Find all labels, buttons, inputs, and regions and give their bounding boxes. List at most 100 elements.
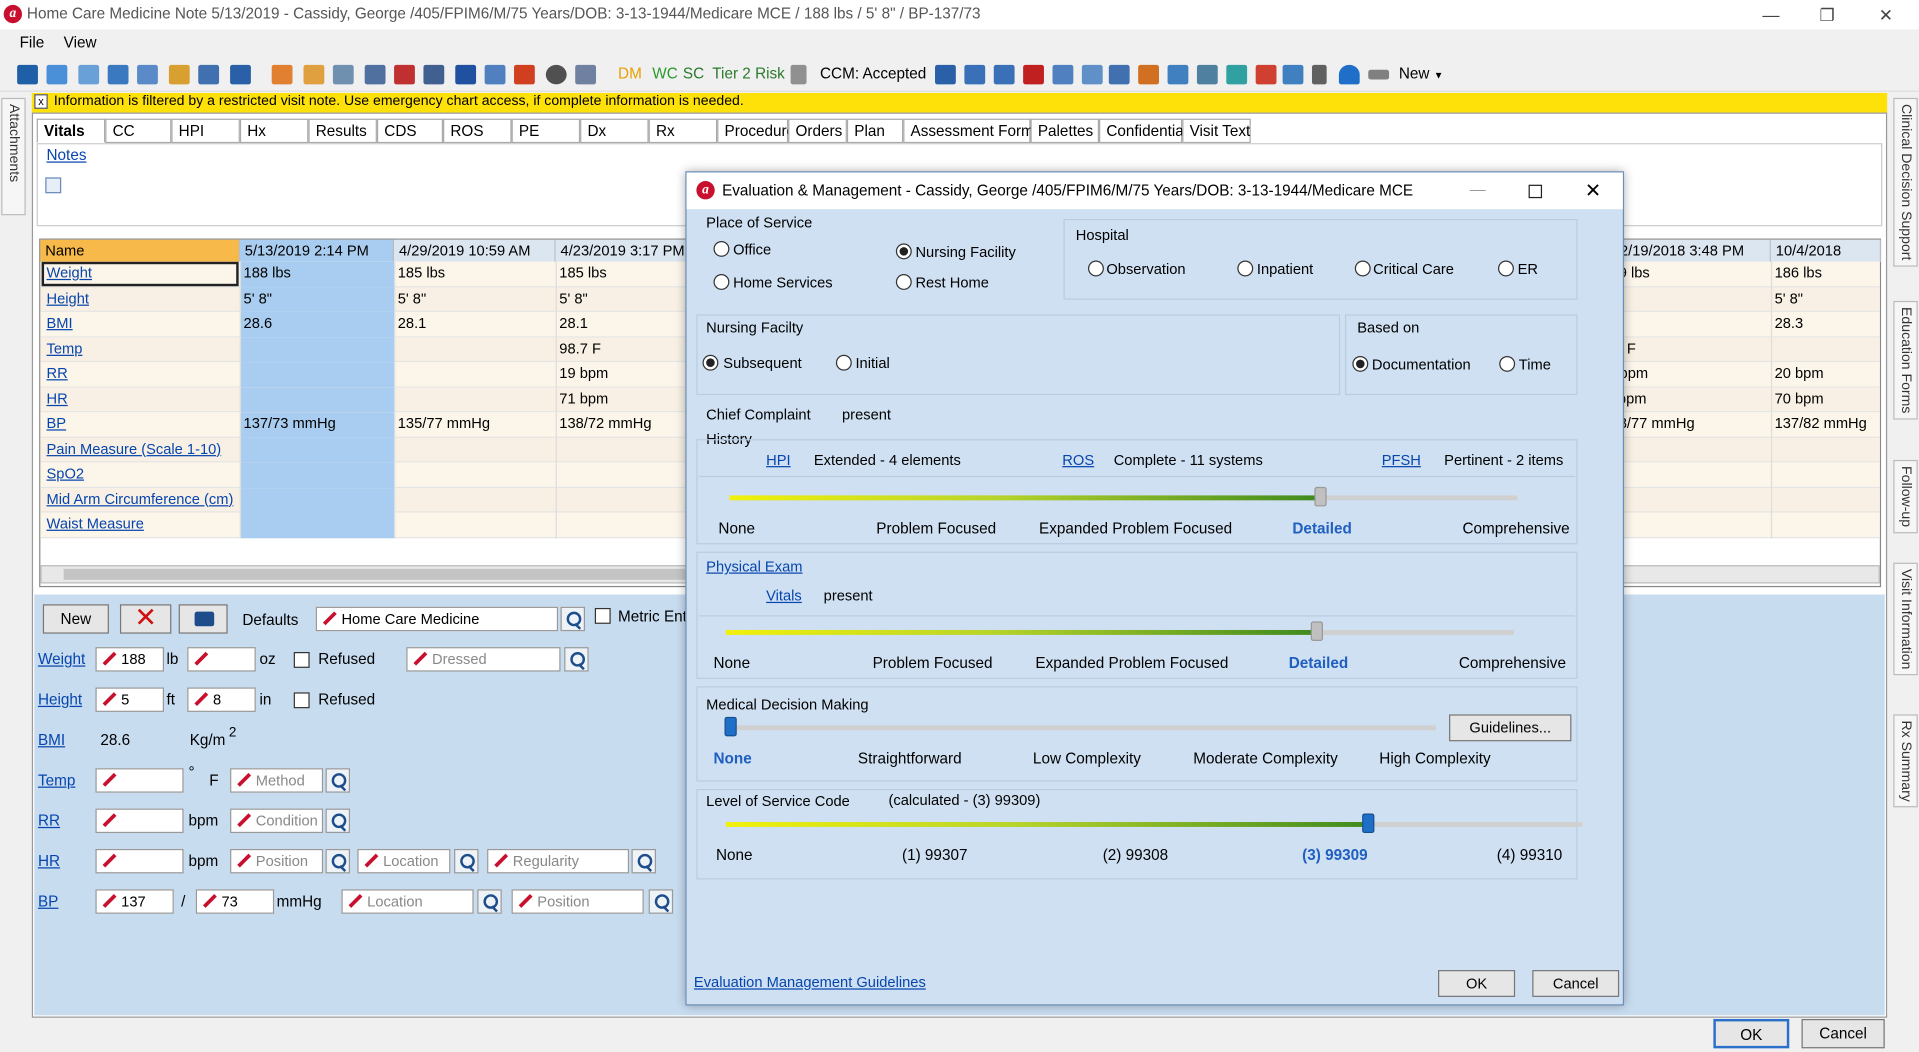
ruler-icon[interactable] xyxy=(423,64,445,85)
close-icon[interactable]: ✕ xyxy=(1858,2,1914,26)
flag-icon[interactable] xyxy=(1023,64,1044,85)
new-vitals-button[interactable]: New xyxy=(42,604,109,634)
hospital-er-radio[interactable] xyxy=(1497,260,1514,277)
lab-icon[interactable] xyxy=(1226,64,1248,85)
dialog-maximize-icon[interactable] xyxy=(1528,184,1543,199)
vital-name-link[interactable]: BP xyxy=(47,415,67,432)
guidelines-button[interactable]: Guidelines... xyxy=(1449,714,1572,742)
side-tab-clinical-decision-support[interactable]: Clinical Decision Support xyxy=(1893,97,1918,267)
tab-results[interactable]: Results xyxy=(308,118,377,144)
expand-notes-icon[interactable] xyxy=(45,177,62,194)
vital-name-link[interactable]: HR xyxy=(47,390,68,407)
slider-thumb[interactable] xyxy=(1310,621,1323,641)
tab-ros[interactable]: ROS xyxy=(443,118,512,144)
people-icon[interactable] xyxy=(230,64,251,85)
vital-name-link[interactable]: SpO2 xyxy=(47,465,85,482)
bp-location-search-icon[interactable] xyxy=(477,889,502,914)
vital-name-link[interactable]: Pain Measure (Scale 1-10) xyxy=(47,440,222,457)
list-icon[interactable] xyxy=(394,64,415,85)
bp-position-search-icon[interactable] xyxy=(648,889,674,914)
location-search-icon[interactable] xyxy=(454,848,479,874)
hr-regularity-input[interactable]: Regularity xyxy=(487,848,630,874)
ccm-status[interactable]: CCM: Accepted xyxy=(820,65,926,82)
grid-date-header[interactable]: 5/13/2019 2:14 PM xyxy=(239,239,395,262)
tree-icon[interactable] xyxy=(1108,64,1130,85)
image-icon[interactable] xyxy=(1167,64,1189,85)
bp-diastolic-input[interactable]: 73 xyxy=(195,889,275,914)
nf-subsequent-radio[interactable] xyxy=(702,354,719,371)
export-icon[interactable] xyxy=(137,64,158,85)
dm-badge[interactable]: DM xyxy=(618,65,642,82)
rr-link[interactable]: RR xyxy=(38,812,60,829)
defaults-field[interactable]: Home Care Medicine xyxy=(315,606,559,632)
bp-location-input[interactable]: Location xyxy=(341,889,474,914)
condition-search-icon[interactable] xyxy=(325,808,351,834)
nf-initial-radio[interactable] xyxy=(835,354,852,371)
delete-icon[interactable]: ✕ xyxy=(119,604,172,634)
calendar-icon[interactable] xyxy=(1138,64,1159,85)
hr-input[interactable] xyxy=(95,848,184,874)
slider-thumb[interactable] xyxy=(1314,486,1327,507)
pen-icon[interactable] xyxy=(271,64,293,85)
folder-icon[interactable] xyxy=(78,64,100,85)
tab-dx[interactable]: Dx xyxy=(580,118,649,144)
tab-procedures[interactable]: Procedures xyxy=(717,118,803,144)
position-search-icon[interactable] xyxy=(325,848,351,874)
dialog-minimize-icon[interactable]: — xyxy=(1470,180,1486,198)
grid-date-header[interactable]: 12/19/2018 3:48 PM xyxy=(1606,239,1771,262)
tab-rx[interactable]: Rx xyxy=(648,118,718,144)
tab-vitals[interactable]: Vitals xyxy=(36,118,106,144)
dressed-search-icon[interactable] xyxy=(564,647,589,672)
side-tab-attachments[interactable]: Attachments xyxy=(1,97,26,216)
dismiss-info-icon[interactable]: x xyxy=(34,94,48,109)
tab-hpi[interactable]: HPI xyxy=(171,118,240,144)
height-in-input[interactable]: 8 xyxy=(187,687,256,712)
fax-icon[interactable] xyxy=(484,64,506,85)
hospital-critical-radio[interactable] xyxy=(1354,260,1371,277)
minimize-icon[interactable]: — xyxy=(1743,2,1799,26)
bp-position-input[interactable]: Position xyxy=(511,889,644,914)
tab-visit-text[interactable]: Visit Text xyxy=(1182,118,1251,144)
chart-icon[interactable] xyxy=(1052,64,1074,85)
tier-risk-badge[interactable]: Tier 2 Risk xyxy=(712,65,785,82)
temp-input[interactable] xyxy=(95,768,184,793)
print-vitals-button[interactable] xyxy=(178,604,228,634)
hr-link[interactable]: HR xyxy=(38,853,60,870)
hospital-inpatient-radio[interactable] xyxy=(1237,260,1254,277)
dialog-cancel-button[interactable]: Cancel xyxy=(1532,970,1620,997)
tab-palettes[interactable]: Palettes xyxy=(1030,118,1100,144)
wc-badge[interactable]: WC xyxy=(652,65,677,82)
tab-cc[interactable]: CC xyxy=(105,118,172,144)
tab-confidential[interactable]: Confidential xyxy=(1099,118,1187,144)
bmi-link[interactable]: BMI xyxy=(38,732,65,749)
tab-hx[interactable]: Hx xyxy=(239,118,309,144)
temp-link[interactable]: Temp xyxy=(38,772,75,789)
slider-thumb[interactable] xyxy=(724,716,737,737)
tab-assessment-forms[interactable]: Assessment Forms xyxy=(903,118,1041,144)
vital-name-link[interactable]: RR xyxy=(47,365,68,382)
side-tab-rx-summary[interactable]: Rx Summary xyxy=(1893,714,1918,808)
dialog-ok-button[interactable]: OK xyxy=(1438,970,1516,997)
dressed-input[interactable]: Dressed xyxy=(406,647,561,672)
print-icon[interactable] xyxy=(455,64,477,85)
send-icon[interactable] xyxy=(1081,64,1103,85)
tab-orders[interactable]: Orders xyxy=(788,118,847,144)
document-icon[interactable] xyxy=(993,64,1015,85)
edit-pencil-icon[interactable] xyxy=(790,64,807,85)
based-documentation-radio[interactable] xyxy=(1352,355,1369,372)
hr-position-input[interactable]: Position xyxy=(230,848,324,874)
notes-link[interactable]: Notes xyxy=(47,147,87,164)
sign-icon[interactable] xyxy=(303,64,325,85)
pos-rest-radio[interactable] xyxy=(895,274,912,290)
grid-icon[interactable] xyxy=(364,64,386,85)
vitals-link[interactable]: Vitals xyxy=(766,587,802,604)
main-cancel-button[interactable]: Cancel xyxy=(1801,1018,1885,1049)
bp-link[interactable]: BP xyxy=(38,893,58,910)
height-ft-input[interactable]: 5 xyxy=(95,687,164,712)
menu-file[interactable]: File xyxy=(20,34,45,51)
side-tab-follow-up[interactable]: Follow-up xyxy=(1893,459,1918,534)
tab-pe[interactable]: PE xyxy=(511,118,581,144)
signature-icon[interactable] xyxy=(1368,69,1390,80)
restore-icon[interactable]: ❐ xyxy=(1799,2,1855,26)
tab-plan[interactable]: Plan xyxy=(846,118,904,144)
